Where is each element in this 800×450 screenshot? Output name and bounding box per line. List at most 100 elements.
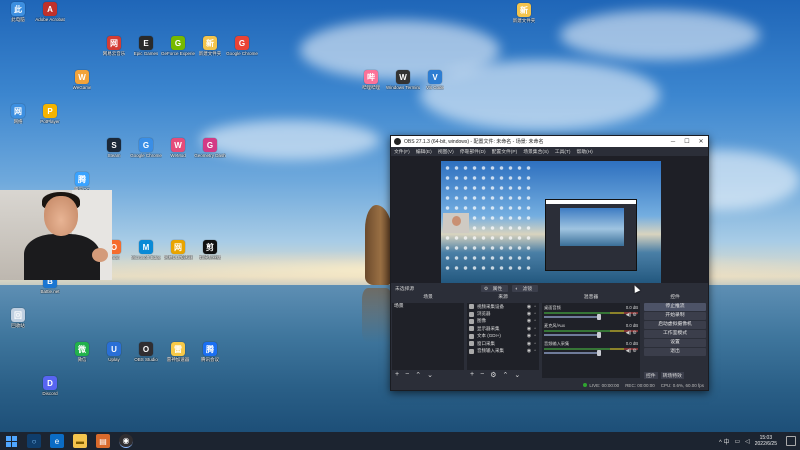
desktop-icon[interactable]: 新新建文件夹: [194, 36, 226, 70]
desktop-icon[interactable]: 网网络: [2, 104, 34, 138]
obs-preview-area[interactable]: [391, 156, 708, 283]
menu-item[interactable]: 文件(F): [394, 148, 410, 155]
desktop-icon[interactable]: 剪剪映专业版: [194, 240, 226, 274]
maximize-icon[interactable]: ☐: [680, 138, 694, 145]
lock-icon[interactable]: ▫: [534, 318, 536, 324]
speaker-icon[interactable]: ◀) ⚙: [626, 330, 637, 336]
source-item[interactable]: 文本 (GDI+) ◉ ▫: [467, 333, 539, 340]
visibility-icon[interactable]: ◉: [527, 348, 531, 354]
scene-item[interactable]: 场景: [392, 303, 464, 311]
move-down-icon[interactable]: ⌄: [514, 371, 520, 379]
preview-canvas[interactable]: [441, 161, 661, 283]
search-icon[interactable]: ○: [27, 434, 41, 448]
start-button[interactable]: [4, 434, 18, 448]
move-up-icon[interactable]: ⌃: [415, 371, 421, 379]
control-button[interactable]: 开始录制: [644, 312, 706, 320]
visibility-icon[interactable]: ◉: [527, 311, 531, 317]
desktop-icon[interactable]: M Microsoft Edge: [130, 240, 162, 274]
volume-slider[interactable]: [544, 314, 601, 320]
lock-icon[interactable]: ▫: [534, 333, 536, 339]
menu-item[interactable]: 帮助(H): [577, 148, 593, 155]
desktop-icon[interactable]: 回回收站: [2, 308, 34, 342]
desktop-icon[interactable]: W WeGame: [66, 70, 98, 104]
desktop-icon[interactable]: G Google Chrome: [130, 138, 162, 172]
filters-button[interactable]: ◐ 滤镜: [512, 284, 539, 292]
desktop-icon[interactable]: G Google Chrome: [226, 36, 258, 70]
lock-icon[interactable]: ▫: [534, 348, 536, 354]
clock[interactable]: 15:03 2022/6/25: [755, 435, 777, 447]
remove-icon[interactable]: −: [480, 371, 484, 379]
menu-item[interactable]: 配置文件(P): [492, 148, 518, 155]
volume-slider[interactable]: [544, 350, 601, 356]
properties-button[interactable]: ⚙ 属性: [481, 284, 509, 292]
control-button[interactable]: 工作室模式: [644, 330, 706, 338]
edge-taskbar-icon[interactable]: e: [50, 434, 64, 448]
speaker-icon[interactable]: ◀) ⚙: [626, 348, 637, 354]
source-item[interactable]: 浏览器 ◉ ▫: [467, 310, 539, 317]
dock-tab[interactable]: 控件: [644, 372, 658, 379]
visibility-icon[interactable]: ◉: [527, 318, 531, 324]
add-icon[interactable]: +: [395, 371, 399, 379]
desktop-icon[interactable]: W WeMod: [162, 138, 194, 172]
tray-indicators[interactable]: ^ 中: [719, 437, 729, 446]
move-down-icon[interactable]: ⌄: [427, 371, 433, 379]
close-icon[interactable]: ✕: [694, 138, 708, 145]
source-item[interactable]: 图像 ◉ ▫: [467, 318, 539, 325]
control-button[interactable]: 停止推流: [644, 303, 706, 311]
desktop-icon[interactable]: 网网易UU加速器: [162, 240, 194, 274]
desktop-icon[interactable]: 网网易云音乐: [98, 36, 130, 70]
app-taskbar-icon[interactable]: ▤: [96, 434, 110, 448]
desktop-icon[interactable]: 微微信: [66, 342, 98, 376]
visibility-icon[interactable]: ◉: [527, 333, 531, 339]
control-button[interactable]: 启动虚拟摄像机: [644, 321, 706, 329]
desktop-icon[interactable]: 腾腾讯会议: [194, 342, 226, 376]
obs-taskbar-icon[interactable]: ◉: [119, 434, 133, 448]
volume-slider[interactable]: [544, 332, 601, 338]
minimize-icon[interactable]: ─: [666, 139, 680, 145]
desktop-icon[interactable]: P PotPlayer: [34, 104, 66, 138]
control-button[interactable]: 设置: [644, 339, 706, 347]
move-up-icon[interactable]: ⌃: [502, 371, 508, 379]
volume-icon[interactable]: ◁: [745, 438, 750, 445]
speaker-icon[interactable]: ◀) ⚙: [626, 312, 637, 318]
desktop-icon[interactable]: U Uplay: [98, 342, 130, 376]
notification-icon[interactable]: [786, 436, 796, 446]
desktop-icon[interactable]: 哔哔哩哔哩: [355, 70, 387, 104]
file-explorer-icon[interactable]: ▬: [73, 434, 87, 448]
desktop-icon[interactable]: GGeForce Experience: [161, 36, 195, 70]
menu-item[interactable]: 视图(V): [438, 148, 454, 155]
obs-titlebar[interactable]: OBS 27.1.3 (64-bit, windows) - 配置文件: 未命名…: [391, 136, 708, 147]
menu-item[interactable]: 场景集合(S): [523, 148, 549, 155]
source-item[interactable]: 视频采集设备 ◉ ▫: [467, 303, 539, 310]
visibility-icon[interactable]: ◉: [527, 326, 531, 332]
add-icon[interactable]: +: [470, 371, 474, 379]
source-item[interactable]: 显示器采集 ◉ ▫: [467, 325, 539, 332]
desktop-icon[interactable]: E Epic Games: [130, 36, 162, 70]
remove-icon[interactable]: −: [405, 371, 409, 379]
desktop-icon[interactable]: 新新建文件夹: [508, 3, 540, 37]
desktop-icon[interactable]: 此此电脑: [2, 2, 34, 36]
obs-window[interactable]: OBS 27.1.3 (64-bit, windows) - 配置文件: 未命名…: [390, 135, 709, 391]
desktop-icon[interactable]: S Steam: [98, 138, 130, 172]
gear-icon[interactable]: ⚙: [490, 371, 496, 379]
network-icon[interactable]: ▭: [734, 438, 740, 445]
lock-icon[interactable]: ▫: [534, 326, 536, 332]
desktop-icon[interactable]: G Geometry Dash: [194, 138, 226, 172]
source-item[interactable]: 窗口采集 ◉ ▫: [467, 340, 539, 347]
control-button[interactable]: 退出: [644, 348, 706, 356]
desktop-icon[interactable]: 雷雷神加速器: [162, 342, 194, 376]
menu-item[interactable]: 工具(T): [555, 148, 571, 155]
source-item[interactable]: 音频输入采集 ◉ ▫: [467, 347, 539, 354]
desktop-icon[interactable]: W Windows Terminal: [386, 70, 420, 104]
lock-icon[interactable]: ▫: [534, 341, 536, 347]
desktop-icon[interactable]: O OBS Studio: [130, 342, 162, 376]
lock-icon[interactable]: ▫: [534, 304, 536, 310]
menu-item[interactable]: 停靠部件(D): [460, 148, 486, 155]
visibility-icon[interactable]: ◉: [527, 304, 531, 310]
lock-icon[interactable]: ▫: [534, 311, 536, 317]
visibility-icon[interactable]: ◉: [527, 341, 531, 347]
menu-item[interactable]: 编辑(E): [416, 148, 432, 155]
desktop-icon[interactable]: A Adobe Acrobat: [34, 2, 66, 36]
dock-tab[interactable]: 转场特效: [660, 372, 684, 379]
desktop-icon[interactable]: V VS Code: [419, 70, 451, 104]
